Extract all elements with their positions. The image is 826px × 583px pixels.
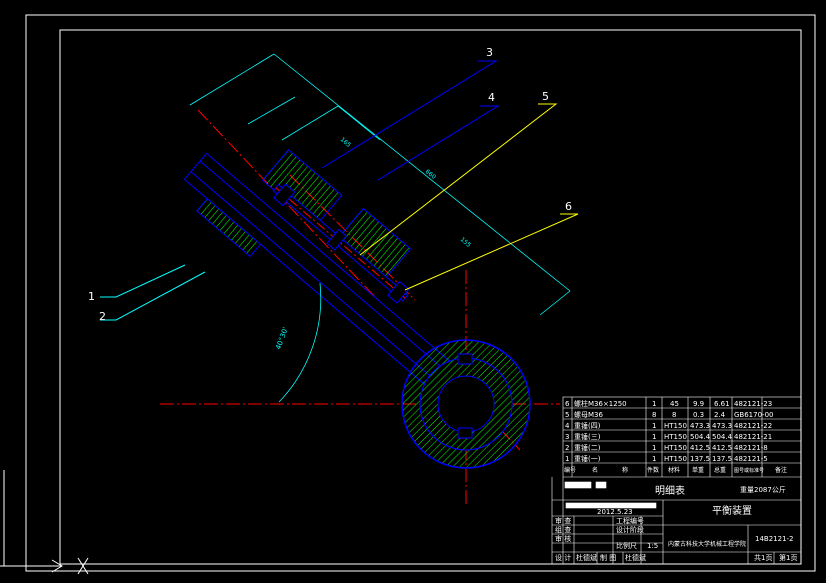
drawing-date: 2012.5.23 — [597, 508, 633, 516]
svg-text:编号: 编号 — [564, 466, 576, 474]
svg-text:重锤(一): 重锤(一) — [574, 454, 601, 463]
bom-row: 6 螺柱M36×1250 1 45 9.9 6.61 482121-23 — [565, 399, 772, 408]
svg-text:1: 1 — [652, 422, 656, 430]
svg-text:482121-21: 482121-21 — [734, 433, 772, 441]
svg-text:重锤(二): 重锤(二) — [574, 443, 601, 452]
callout-1: 1 — [88, 290, 95, 303]
designer-name: 杜德斌 — [576, 553, 597, 562]
svg-text:482121-22: 482121-22 — [734, 422, 772, 430]
callout-2: 2 — [99, 310, 106, 323]
svg-text:137.5: 137.5 — [712, 455, 732, 463]
svg-text:备注: 备注 — [775, 466, 787, 474]
svg-text:482121-8: 482121-8 — [734, 444, 768, 452]
svg-text:1: 1 — [565, 455, 569, 463]
svg-text:GB6170-00: GB6170-00 — [734, 411, 773, 419]
svg-text:单重: 单重 — [692, 466, 704, 474]
svg-text:总重: 总重 — [714, 466, 726, 474]
svg-text:图号或标准号: 图号或标准号 — [734, 467, 764, 474]
callout-5: 5 — [542, 90, 549, 103]
drawing-number: 14B2121-2 — [755, 535, 794, 543]
scale-value: 1:5 — [647, 542, 658, 550]
svg-text:45: 45 — [670, 400, 679, 408]
svg-text:HT150: HT150 — [664, 455, 687, 463]
bom-header: 编号 名 称 件数 材料 单重 总重 图号或标准号 备注 — [564, 466, 787, 474]
role-1: 审 查 — [555, 516, 571, 525]
svg-text:HT150: HT150 — [664, 433, 687, 441]
svg-text:5: 5 — [565, 411, 569, 419]
svg-text:HT150: HT150 — [664, 444, 687, 452]
drafter-name: 杜德斌 — [625, 553, 646, 562]
bom-row: 4 重锤(四) 1 HT150 473.3 473.3 482121-22 — [565, 421, 772, 430]
svg-text:9.9: 9.9 — [693, 400, 704, 408]
svg-text:473.3: 473.3 — [712, 422, 732, 430]
outer-frame — [25, 14, 816, 572]
svg-text:3: 3 — [565, 433, 569, 441]
svg-text:8: 8 — [652, 411, 656, 419]
svg-text:螺母M36: 螺母M36 — [574, 410, 603, 419]
bom-title: 明细表 — [655, 484, 685, 497]
svg-text:0.3: 0.3 — [693, 411, 704, 419]
svg-text:660: 660 — [424, 168, 437, 181]
svg-text:473.3: 473.3 — [690, 422, 710, 430]
svg-text:称: 称 — [622, 466, 628, 474]
svg-text:412.5: 412.5 — [690, 444, 710, 452]
svg-text:重锤(四): 重锤(四) — [574, 421, 601, 430]
stage-label: 设计阶段 — [616, 525, 644, 534]
svg-text:504.4: 504.4 — [712, 433, 733, 441]
svg-text:名: 名 — [592, 466, 598, 474]
svg-text:482121-5: 482121-5 — [734, 455, 768, 463]
ucs-icon — [0, 470, 89, 575]
bom-row: 1 重锤(一) 1 HT150 137.5 137.5 482121-5 — [565, 454, 768, 463]
role-4: 设 计 — [555, 553, 571, 562]
svg-text:1: 1 — [652, 400, 656, 408]
organization: 内蒙古科技大学机械工程学院 — [668, 540, 746, 548]
callout-4: 4 — [488, 91, 495, 104]
project-no-label: 工程编号 — [616, 516, 644, 525]
callout-3: 3 — [486, 46, 493, 59]
drafter-label: 制 图 — [600, 553, 616, 562]
svg-text:1: 1 — [652, 433, 656, 441]
svg-text:482121-23: 482121-23 — [734, 400, 772, 408]
inner-frame — [59, 29, 802, 565]
callout-6: 6 — [565, 200, 572, 213]
svg-text:412.5: 412.5 — [712, 444, 732, 452]
bom-row: 3 重锤(三) 1 HT150 504.4 504.4 482121-21 — [565, 432, 772, 441]
svg-text:137.5: 137.5 — [690, 455, 710, 463]
svg-text:6: 6 — [565, 400, 570, 408]
svg-text:8: 8 — [672, 411, 676, 419]
svg-text:2.4: 2.4 — [714, 411, 726, 419]
scale-label: 比例尺 — [616, 541, 637, 550]
svg-text:螺柱M36×1250: 螺柱M36×1250 — [574, 399, 627, 408]
svg-text:165: 165 — [339, 136, 352, 149]
role-3: 审 核 — [555, 534, 571, 543]
svg-text:1: 1 — [652, 444, 656, 452]
svg-text:重锤(三): 重锤(三) — [574, 432, 601, 441]
angle-label: 40°30' — [274, 326, 289, 351]
bom-row: 5 螺母M36 8 8 0.3 2.4 GB6170-00 — [565, 410, 773, 419]
hub-section — [401, 339, 531, 469]
total-weight: 重量2087公斤 — [740, 485, 786, 494]
svg-text:件数: 件数 — [647, 466, 659, 474]
cad-drawing: 165 660 155 40°30' 1 2 3 4 5 6 6 螺柱M36×1… — [0, 14, 816, 575]
bom-row: 2 重锤(二) 1 HT150 412.5 412.5 482121-8 — [565, 443, 768, 452]
svg-text:155: 155 — [459, 236, 472, 249]
role-2: 组 查 — [555, 525, 571, 534]
drawing-title: 平衡装置 — [712, 504, 752, 517]
sheets-total: 共1页 — [754, 553, 772, 562]
svg-text:504.4: 504.4 — [690, 433, 711, 441]
svg-text:HT150: HT150 — [664, 422, 687, 430]
svg-text:6.61: 6.61 — [714, 400, 730, 408]
sheet-number: 第1页 — [779, 553, 797, 562]
svg-text:材料: 材料 — [668, 466, 680, 474]
svg-text:2: 2 — [565, 444, 569, 452]
svg-text:4: 4 — [565, 422, 570, 430]
svg-text:1: 1 — [652, 455, 656, 463]
